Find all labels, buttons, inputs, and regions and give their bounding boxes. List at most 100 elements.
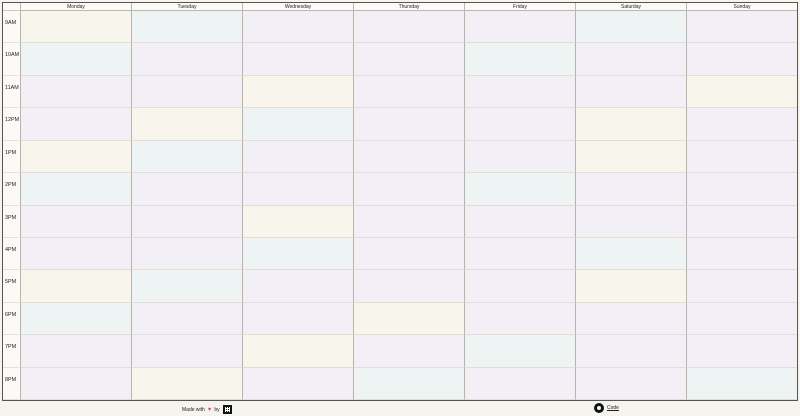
slot-wednesday-10am[interactable] (242, 43, 353, 76)
slot-sunday-6pm[interactable] (686, 302, 797, 336)
slot-saturday-10am[interactable] (575, 43, 686, 76)
slot-sunday-4pm[interactable] (686, 237, 797, 271)
slot-saturday-9am[interactable] (575, 11, 686, 44)
slot-wednesday-5pm[interactable] (242, 270, 353, 303)
slot-monday-9am[interactable] (20, 11, 131, 44)
slot-sunday-7pm[interactable] (686, 335, 797, 368)
slot-thursday-3pm[interactable] (353, 205, 464, 238)
slot-tuesday-5pm[interactable] (131, 270, 242, 303)
slot-saturday-12pm[interactable] (575, 108, 686, 141)
slot-thursday-5pm[interactable] (353, 270, 464, 303)
slot-wednesday-11am[interactable] (242, 75, 353, 109)
slot-thursday-10am[interactable] (353, 43, 464, 76)
slot-friday-12pm[interactable] (464, 108, 575, 141)
slot-thursday-1pm[interactable] (353, 140, 464, 174)
slot-sunday-12pm[interactable] (686, 108, 797, 141)
calendar-frame: Monday Tuesday Wednesday Thursday Friday… (2, 2, 798, 401)
slot-tuesday-1pm[interactable] (131, 140, 242, 174)
slot-tuesday-12pm[interactable] (131, 108, 242, 141)
made-with-prefix: Made with (182, 406, 205, 413)
slot-saturday-3pm[interactable] (575, 205, 686, 238)
slot-thursday-2pm[interactable] (353, 173, 464, 206)
slot-friday-4pm[interactable] (464, 237, 575, 271)
slot-wednesday-3pm[interactable] (242, 205, 353, 238)
slot-tuesday-10am[interactable] (131, 43, 242, 76)
slot-saturday-2pm[interactable] (575, 173, 686, 206)
slot-thursday-8pm[interactable] (353, 367, 464, 400)
slot-monday-3pm[interactable] (20, 205, 131, 238)
slot-saturday-6pm[interactable] (575, 302, 686, 336)
slot-wednesday-12pm[interactable] (242, 108, 353, 141)
slot-monday-8pm[interactable] (20, 367, 131, 400)
slot-friday-6pm[interactable] (464, 302, 575, 336)
slot-wednesday-2pm[interactable] (242, 173, 353, 206)
slot-friday-11am[interactable] (464, 75, 575, 109)
slot-sunday-9am[interactable] (686, 11, 797, 44)
slot-sunday-10am[interactable] (686, 43, 797, 76)
day-header-thursday: Thursday (353, 3, 464, 11)
slot-wednesday-6pm[interactable] (242, 302, 353, 336)
slot-sunday-1pm[interactable] (686, 140, 797, 174)
slot-wednesday-1pm[interactable] (242, 140, 353, 174)
slot-saturday-1pm[interactable] (575, 140, 686, 174)
slot-monday-11am[interactable] (20, 75, 131, 109)
slot-monday-2pm[interactable] (20, 173, 131, 206)
slot-saturday-4pm[interactable] (575, 237, 686, 271)
slot-friday-5pm[interactable] (464, 270, 575, 303)
slot-monday-6pm[interactable] (20, 302, 131, 336)
time-label-4pm: 4PM (3, 238, 20, 271)
slot-friday-8pm[interactable] (464, 367, 575, 400)
github-icon[interactable] (594, 403, 604, 413)
time-label-6pm: 6PM (3, 303, 20, 336)
made-with-suffix: by (214, 406, 220, 413)
slot-friday-1pm[interactable] (464, 140, 575, 174)
slot-monday-4pm[interactable] (20, 237, 131, 271)
slot-thursday-12pm[interactable] (353, 108, 464, 141)
slot-thursday-7pm[interactable] (353, 335, 464, 368)
slot-thursday-4pm[interactable] (353, 237, 464, 271)
slot-thursday-9am[interactable] (353, 11, 464, 44)
slot-sunday-2pm[interactable] (686, 173, 797, 206)
slot-friday-2pm[interactable] (464, 173, 575, 206)
slot-monday-10am[interactable] (20, 43, 131, 76)
slot-friday-10am[interactable] (464, 43, 575, 76)
slot-saturday-11am[interactable] (575, 75, 686, 109)
slot-saturday-5pm[interactable] (575, 270, 686, 303)
slot-tuesday-3pm[interactable] (131, 205, 242, 238)
slot-sunday-8pm[interactable] (686, 367, 797, 400)
slot-thursday-6pm[interactable] (353, 302, 464, 336)
slot-friday-7pm[interactable] (464, 335, 575, 368)
made-with-credit: Made with ♥ by (182, 405, 232, 414)
slot-wednesday-8pm[interactable] (242, 367, 353, 400)
slot-saturday-7pm[interactable] (575, 335, 686, 368)
slot-tuesday-6pm[interactable] (131, 302, 242, 336)
slot-sunday-5pm[interactable] (686, 270, 797, 303)
slot-monday-7pm[interactable] (20, 335, 131, 368)
slot-tuesday-9am[interactable] (131, 11, 242, 44)
slot-monday-5pm[interactable] (20, 270, 131, 303)
slot-friday-3pm[interactable] (464, 205, 575, 238)
slot-tuesday-11am[interactable] (131, 75, 242, 109)
slot-tuesday-2pm[interactable] (131, 173, 242, 206)
slot-tuesday-7pm[interactable] (131, 335, 242, 368)
time-label-12pm: 12PM (3, 108, 20, 141)
week-grid: Monday Tuesday Wednesday Thursday Friday… (3, 3, 797, 400)
slot-wednesday-9am[interactable] (242, 11, 353, 44)
slot-monday-12pm[interactable] (20, 108, 131, 141)
time-label-8pm: 8PM (3, 368, 20, 400)
slot-thursday-11am[interactable] (353, 75, 464, 109)
author-avatar-icon[interactable] (222, 405, 232, 414)
slot-wednesday-7pm[interactable] (242, 335, 353, 368)
slot-tuesday-4pm[interactable] (131, 237, 242, 271)
code-link[interactable]: Code (607, 405, 619, 411)
time-label-7pm: 7PM (3, 335, 20, 368)
slot-sunday-3pm[interactable] (686, 205, 797, 238)
slot-wednesday-4pm[interactable] (242, 237, 353, 271)
code-link-group[interactable]: Code (594, 403, 619, 413)
time-label-1pm: 1PM (3, 141, 20, 174)
slot-monday-1pm[interactable] (20, 140, 131, 174)
slot-tuesday-8pm[interactable] (131, 367, 242, 400)
slot-saturday-8pm[interactable] (575, 367, 686, 400)
slot-sunday-11am[interactable] (686, 75, 797, 109)
slot-friday-9am[interactable] (464, 11, 575, 44)
